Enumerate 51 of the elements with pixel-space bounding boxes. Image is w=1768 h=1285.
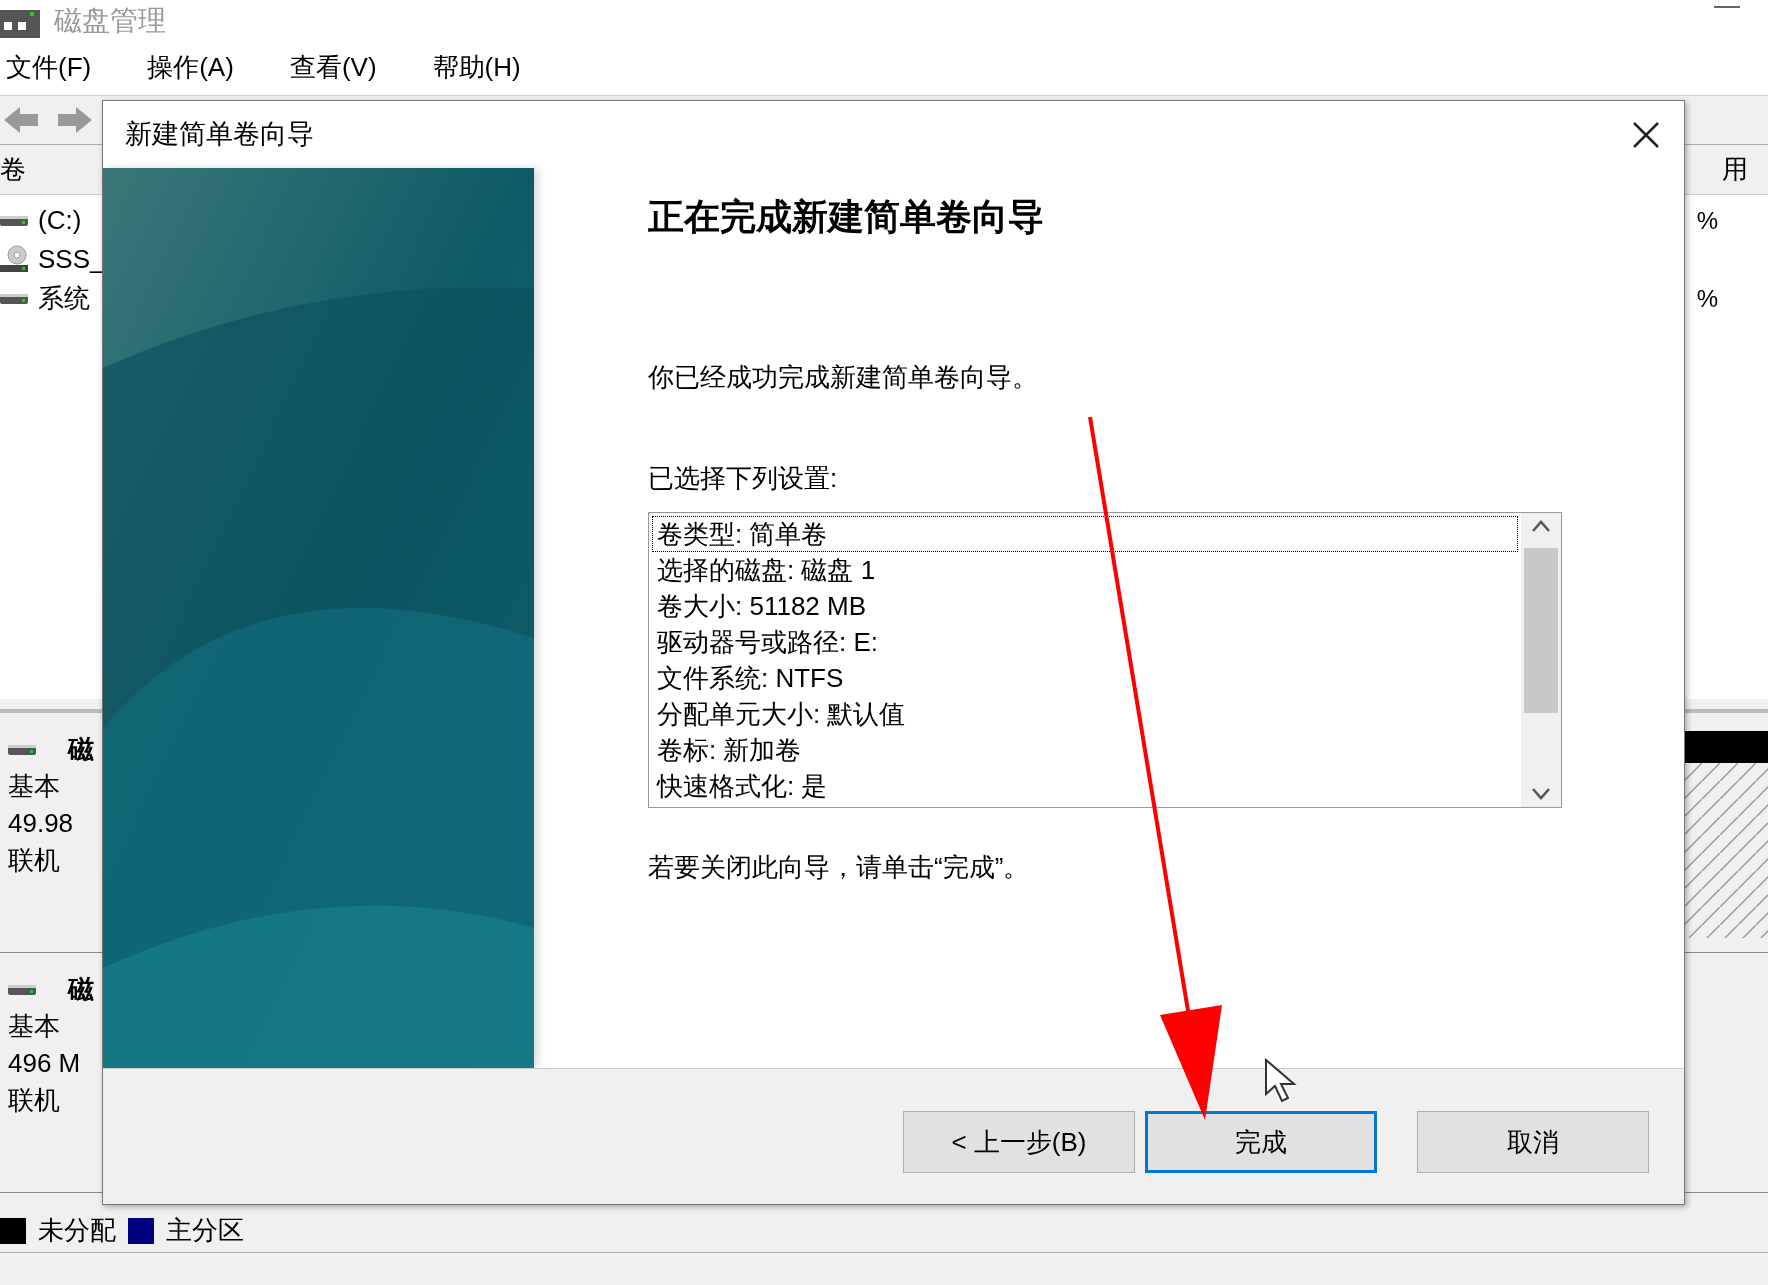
settings-listbox[interactable]: 卷类型: 简单卷 选择的磁盘: 磁盘 1 卷大小: 51182 MB 驱动器号或路径: E: 文件系统: NTFS 分配单元大小: 默认值 卷标: 新加卷 快速格式化: 是 <box>648 512 1562 808</box>
settings-item[interactable]: 卷标: 新加卷 <box>652 732 1518 768</box>
dialog-button[interactable]: 取消 <box>1417 1111 1649 1173</box>
settings-item[interactable]: 快速格式化: 是 <box>652 768 1518 804</box>
disk-type: 基本 <box>8 770 61 803</box>
drive-icon <box>8 983 38 996</box>
volume-name: 系统 <box>38 282 90 315</box>
volume-name: SSS_ <box>38 243 105 276</box>
completion-message: 你已经成功完成新建简单卷向导。 <box>648 361 1039 394</box>
legend-label: 未分配 <box>38 1214 116 1247</box>
menu-item[interactable]: 帮助(H) <box>432 48 521 87</box>
scroll-down-icon[interactable] <box>1531 787 1551 801</box>
menu-item[interactable]: 操作(A) <box>147 48 234 87</box>
wizard-heading: 正在完成新建简单卷向导 <box>648 195 1045 239</box>
settings-item[interactable]: 选择的磁盘: 磁盘 1 <box>652 552 1518 588</box>
scrollbar-thumb[interactable] <box>1524 547 1558 713</box>
scroll-up-icon[interactable] <box>1531 519 1551 533</box>
disk-label: 磁 <box>68 733 94 766</box>
disk-size: 49.98 <box>8 807 75 840</box>
settings-item[interactable]: 分配单元大小: 默认值 <box>652 696 1518 732</box>
drive-icon <box>0 214 30 227</box>
settings-item[interactable]: 卷大小: 51182 MB <box>652 588 1518 624</box>
table-cell-text: % <box>1696 205 1718 236</box>
dialog-title: 新建简单卷向导 <box>125 118 314 152</box>
menu-item[interactable]: 查看(V) <box>289 48 377 87</box>
disk-status: 联机 <box>8 1084 61 1117</box>
scrollbar[interactable] <box>1521 513 1561 807</box>
back-arrow-icon[interactable] <box>4 105 40 135</box>
forward-arrow-icon[interactable] <box>56 105 92 135</box>
volume-name: (C:) <box>38 204 82 237</box>
close-hint: 若要关闭此向导，请单击“完成”。 <box>648 851 1031 884</box>
drive-icon <box>0 292 30 305</box>
settings-item[interactable]: 卷类型: 简单卷 <box>652 516 1518 552</box>
column-header[interactable]: 卷 <box>0 150 26 189</box>
disk-size: 496 M <box>8 1047 82 1080</box>
dialog-button[interactable]: < 上一步(B) <box>903 1111 1135 1173</box>
column-header[interactable]: 用 <box>1722 150 1748 189</box>
disk-label: 磁 <box>68 973 94 1006</box>
disk-status: 联机 <box>8 844 61 877</box>
close-icon[interactable] <box>1632 120 1660 149</box>
window-title: 磁盘管理 <box>54 4 166 38</box>
unallocated-partition[interactable] <box>1684 763 1768 938</box>
disk-type: 基本 <box>8 1010 61 1043</box>
dialog-button[interactable]: 完成 <box>1145 1111 1377 1173</box>
settings-item[interactable]: 驱动器号或路径: E: <box>652 624 1518 660</box>
table-cell-text: % <box>1696 283 1718 314</box>
settings-label: 已选择下列设置: <box>648 462 839 495</box>
settings-item[interactable]: 文件系统: NTFS <box>652 660 1518 696</box>
drive-icon <box>8 743 38 756</box>
legend-label: 主分区 <box>166 1214 244 1247</box>
menu-item[interactable]: 文件(F) <box>6 48 92 87</box>
